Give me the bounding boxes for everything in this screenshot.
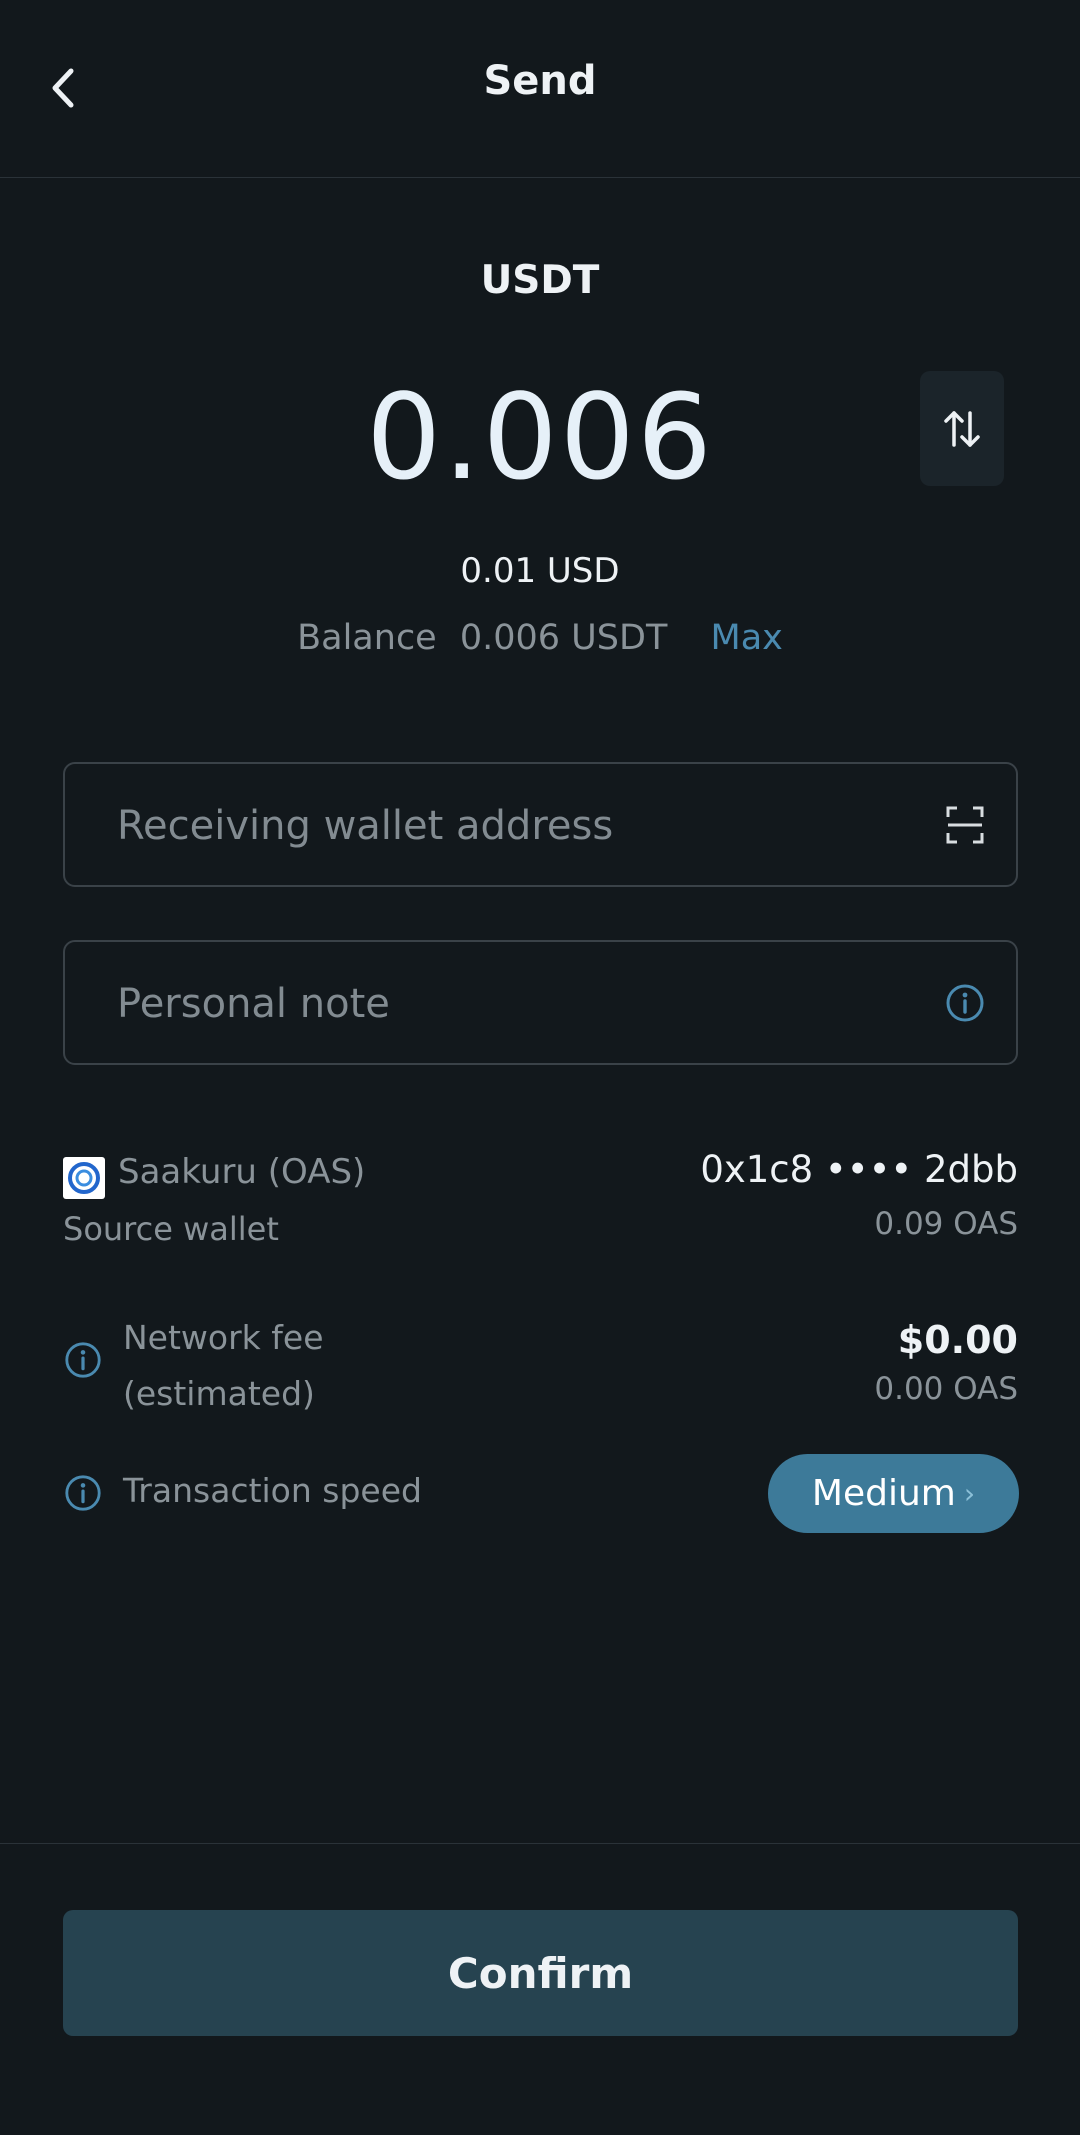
network-fee-info-icon[interactable] bbox=[63, 1340, 103, 1380]
amount-display[interactable]: 0.006 bbox=[0, 368, 1080, 506]
network-fee-label: Network fee (estimated) bbox=[123, 1310, 324, 1422]
balance-row: Balance 0.006 USDT Max bbox=[0, 618, 1080, 658]
network-fee-label-line1: Network fee bbox=[123, 1318, 324, 1357]
wallet-sublabel: Source wallet bbox=[63, 1210, 279, 1248]
address-field bbox=[63, 762, 1018, 887]
usd-equivalent: 0.01 USD bbox=[460, 551, 620, 591]
network-fee-label-line2: (estimated) bbox=[123, 1374, 315, 1413]
balance-label: Balance bbox=[297, 618, 437, 658]
wallet-address: 0x1c8 •••• 2dbb bbox=[700, 1148, 1018, 1191]
info-icon[interactable] bbox=[944, 982, 986, 1024]
balance-value: 0.006 USDT bbox=[459, 618, 668, 658]
saakuru-logo-icon bbox=[63, 1157, 105, 1199]
chevron-right-icon: › bbox=[963, 1477, 976, 1510]
transaction-speed-info-icon[interactable] bbox=[63, 1473, 103, 1513]
network-fee-usd: $0.00 bbox=[897, 1318, 1018, 1362]
transaction-speed-label: Transaction speed bbox=[123, 1471, 422, 1510]
receiving-address-input[interactable] bbox=[115, 764, 919, 887]
token-symbol: USDT bbox=[480, 258, 600, 303]
transaction-speed-value: Medium bbox=[811, 1473, 956, 1514]
wallet-name: Saakuru (OAS) bbox=[118, 1152, 366, 1192]
confirm-button[interactable]: Confirm bbox=[63, 1910, 1018, 2036]
personal-note-input[interactable] bbox=[115, 942, 919, 1065]
swap-currency-button[interactable] bbox=[920, 371, 1004, 486]
network-fee-oas: 0.00 OAS bbox=[874, 1371, 1018, 1407]
swap-arrows-icon bbox=[944, 410, 980, 447]
wallet-balance: 0.09 OAS bbox=[874, 1206, 1018, 1242]
max-button[interactable]: Max bbox=[711, 618, 783, 658]
note-field bbox=[63, 940, 1018, 1065]
footer-divider bbox=[0, 1843, 1080, 1844]
transaction-speed-button[interactable]: Medium › bbox=[768, 1454, 1019, 1533]
page-title: Send bbox=[483, 58, 597, 104]
scan-qr-icon[interactable] bbox=[944, 804, 986, 846]
